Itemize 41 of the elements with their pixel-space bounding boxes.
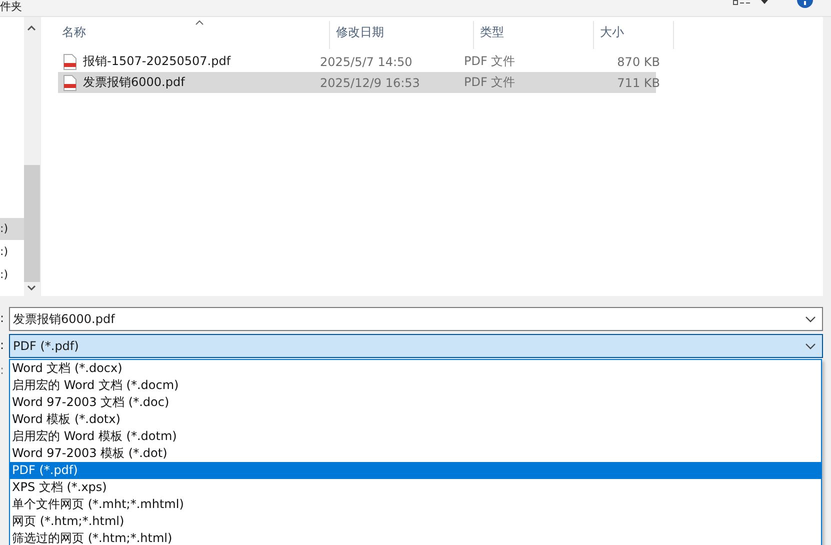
dropdown-chevron-icon <box>805 316 816 322</box>
column-header[interactable]: 修改日期 <box>330 21 474 49</box>
modified-date: 2025/12/9 16:53 <box>320 76 421 90</box>
file-type-option[interactable]: Word 文档 (*.docx) <box>10 360 821 377</box>
file-type-option[interactable]: PDF (*.pdf) <box>10 462 821 479</box>
nav-item[interactable]: :) <box>0 218 24 240</box>
file-type-option[interactable]: 筛选过的网页 (*.htm;*.html) <box>10 530 821 545</box>
modified-date: 2025/5/7 14:50 <box>320 54 414 68</box>
file-type-combobox[interactable]: PDF (*.pdf) <box>9 334 823 358</box>
sort-ascending-icon <box>195 20 204 25</box>
column-header[interactable]: 名称 <box>56 21 330 49</box>
view-options-icon[interactable] <box>733 0 753 6</box>
window-title: 件夹 <box>0 0 22 14</box>
file-type-option[interactable]: Word 97-2003 文档 (*.doc) <box>10 394 821 411</box>
pdf-file-icon <box>63 74 77 90</box>
file-type-option[interactable]: Word 模板 (*.dotx) <box>10 411 821 428</box>
field-label: : <box>0 363 4 377</box>
scroll-down-icon[interactable] <box>27 285 36 291</box>
field-label: : <box>0 338 4 352</box>
scroll-up-icon[interactable] <box>27 25 36 31</box>
file-type-option[interactable]: XPS 文档 (*.xps) <box>10 479 821 496</box>
nav-item[interactable]: :) <box>0 264 24 286</box>
dropdown-chevron-icon <box>805 342 816 350</box>
file-type-option[interactable]: 单个文件网页 (*.mht;*.mhtml) <box>10 496 821 513</box>
file-name-combobox[interactable]: 发票报销6000.pdf <box>9 307 823 331</box>
file-type-option[interactable]: Word 97-2003 模板 (*.dot) <box>10 445 821 462</box>
file-type: PDF 文件 <box>464 74 516 91</box>
file-size: 870 KB <box>616 54 660 68</box>
pdf-file-icon <box>63 54 77 70</box>
caret-icon[interactable] <box>761 0 768 5</box>
file-name: 发票报销6000.pdf <box>83 74 185 91</box>
column-header[interactable]: 类型 <box>474 21 594 49</box>
file-name: 报销-1507-20250507.pdf <box>83 53 231 70</box>
field-label: : <box>0 311 4 325</box>
file-type: PDF 文件 <box>464 53 516 70</box>
column-header[interactable]: 大小 <box>594 21 674 49</box>
file-type-option[interactable]: 网页 (*.htm;*.html) <box>10 513 821 530</box>
scrollbar-thumb[interactable] <box>24 165 40 282</box>
nav-item[interactable]: :) <box>0 241 24 263</box>
file-type-option[interactable]: 启用宏的 Word 文档 (*.docm) <box>10 377 821 394</box>
file-type-option[interactable]: 启用宏的 Word 模板 (*.dotm) <box>10 428 821 445</box>
